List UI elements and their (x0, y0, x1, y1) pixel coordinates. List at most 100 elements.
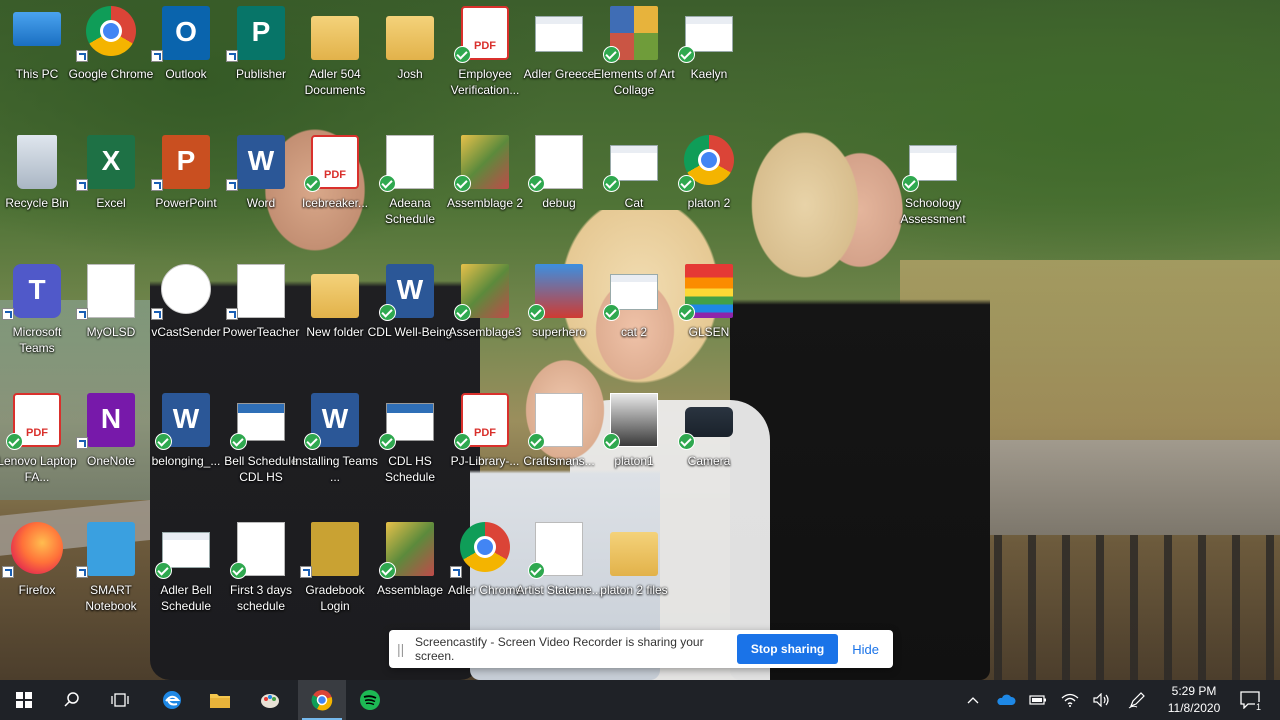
icon-label: Kaelyn (690, 67, 728, 81)
desktop-icon-gradebook-login[interactable]: Gradebook Login (298, 516, 372, 636)
sync-check-icon (304, 433, 321, 450)
shortcut-arrow-icon (226, 50, 238, 62)
desktop-icon-adler-504[interactable]: Adler 504 Documents (298, 0, 372, 120)
desktop-icon-camera[interactable]: Camera (672, 387, 746, 507)
desktop-icon-google-chrome[interactable]: Google Chrome (69, 0, 153, 120)
desktop-icon-adler-greece[interactable]: Adler Greece (522, 0, 596, 120)
desktop-icon-myolsd[interactable]: MyOLSD (74, 258, 148, 378)
volume-tray[interactable] (1090, 680, 1114, 720)
desktop-icon-artist-statement[interactable]: Artist Stateme... (516, 516, 602, 636)
desktop-icon-assemblage[interactable]: Assemblage (373, 516, 447, 636)
desktop-icon-kaelyn[interactable]: Kaelyn (672, 0, 746, 120)
desktop-icon-platon-2-files[interactable]: platon 2 files (597, 516, 671, 636)
desktop-icon-cdl-well-being[interactable]: W CDL Well-Being (368, 258, 452, 378)
system-clock[interactable]: 5:29 PM 11/8/2020 (1154, 683, 1234, 717)
desktop-icon-assemblage3[interactable]: Assemblage3 (448, 258, 522, 378)
desktop-icon-schoology-assessment[interactable]: Schoology Assessment (896, 129, 970, 249)
chrome-icon (86, 6, 136, 56)
hide-button[interactable]: Hide (846, 641, 885, 658)
desktop-icon-assemblage-2[interactable]: Assemblage 2 (447, 129, 523, 249)
desktop-icon-recycle-bin[interactable]: Recycle Bin (0, 129, 74, 249)
show-hidden-icons-button[interactable] (962, 680, 984, 720)
desktop-icon-josh[interactable]: Josh (373, 0, 447, 120)
spotify-icon (360, 690, 380, 710)
desktop-icon-pj-library[interactable]: PJ-Library-... (448, 387, 522, 507)
action-center-button[interactable]: 1 (1234, 680, 1266, 720)
icon-label: Cat (624, 196, 644, 210)
desktop-icon-adler-chrome[interactable]: Adler Chrome (448, 516, 522, 636)
onedrive-tray[interactable] (994, 680, 1018, 720)
desktop-icon-platon-2[interactable]: platon 2 (672, 129, 746, 249)
desktop-icon-cdl-hs-schedule[interactable]: CDL HS Schedule (373, 387, 447, 507)
desktop-icon-firefox[interactable]: Firefox (0, 516, 74, 636)
icon-label: OneNote (86, 454, 136, 468)
icon-label: Adler 504 Documents (304, 67, 366, 97)
desktop-icon-outlook[interactable]: O Outlook (149, 0, 223, 120)
desktop-icon-new-folder[interactable]: New folder (298, 258, 372, 378)
desktop-icon-installing-teams[interactable]: W Installing Teams ... (292, 387, 378, 507)
screenshot-thumbnail-icon (909, 145, 957, 181)
desktop-icon-icebreaker[interactable]: Icebreaker... (298, 129, 372, 249)
desktop-icon-platon1[interactable]: platon1 (597, 387, 671, 507)
desktop-icon-elements-of-art-collage[interactable]: Elements of Art Collage (593, 0, 675, 120)
icon-label: Icebreaker... (301, 196, 369, 210)
desktop-icon-powerteacher[interactable]: PowerTeacher (223, 258, 299, 378)
search-button[interactable] (48, 680, 96, 720)
vcastsender-icon (161, 264, 211, 314)
sync-check-icon (678, 304, 695, 321)
icon-label: debug (542, 196, 576, 210)
battery-tray[interactable] (1026, 680, 1050, 720)
desktop-icon-glsen[interactable]: GLSEN (672, 258, 746, 378)
taskbar-spotify[interactable] (346, 680, 394, 720)
desktop-icon-first-3-days[interactable]: First 3 days schedule (224, 516, 298, 636)
icon-label: Artist Stateme... (516, 583, 602, 597)
desktop-icon-onenote[interactable]: N OneNote (74, 387, 148, 507)
desktop-icon-superhero[interactable]: superhero (522, 258, 596, 378)
task-view-button[interactable] (96, 680, 144, 720)
desktop-icon-lenovo-laptop[interactable]: Lenovo Laptop FA... (0, 387, 77, 507)
battery-icon (1029, 695, 1046, 705)
network-tray[interactable] (1058, 680, 1082, 720)
shortcut-arrow-icon (76, 179, 88, 191)
desktop-icon-vcastsender[interactable]: vCastSender (149, 258, 223, 378)
icon-label: Adler Bell Schedule (160, 583, 212, 613)
desktop-icon-adler-bell-schedule[interactable]: Adler Bell Schedule (149, 516, 223, 636)
desktop-icon-craftsmans[interactable]: Craftsmans... (522, 387, 596, 507)
desktop-icon-debug[interactable]: debug (522, 129, 596, 249)
desktop-icon-powerpoint[interactable]: P PowerPoint (149, 129, 223, 249)
icon-label: Adeana Schedule (384, 196, 436, 226)
folder-icon (311, 274, 359, 318)
desktop-icon-this-pc[interactable]: This PC (0, 0, 74, 120)
pen-workspace-tray[interactable] (1124, 680, 1150, 720)
desktop-icon-cat-2[interactable]: cat 2 (597, 258, 671, 378)
screenshot-thumbnail-icon (535, 16, 583, 52)
drag-handle[interactable]: || (397, 641, 411, 657)
desktop-icon-publisher[interactable]: P Publisher (224, 0, 298, 120)
desktop-icon-bell-schedule-cdl-hs[interactable]: Bell Schedule CDL HS (224, 387, 298, 507)
taskbar-chrome[interactable] (298, 680, 346, 720)
shortcut-arrow-icon (300, 566, 312, 578)
desktop-icon-cat[interactable]: Cat (597, 129, 671, 249)
stop-sharing-button[interactable]: Stop sharing (736, 634, 839, 664)
desktop-icon-belonging[interactable]: W belonging_... (149, 387, 223, 507)
icon-label: Google Chrome (68, 67, 154, 81)
desktop-icon-word[interactable]: W Word (224, 129, 298, 249)
search-icon (64, 692, 79, 707)
desktop-icon-adeana-schedule[interactable]: Adeana Schedule (373, 129, 447, 249)
edge-icon (163, 691, 181, 709)
desktop-icon-microsoft-teams[interactable]: T Microsoft Teams (0, 258, 74, 378)
icon-label: Craftsmans... (523, 454, 595, 468)
icon-label: Schoology Assessment (900, 196, 966, 226)
publisher-icon: P (237, 6, 285, 60)
notification-count: 1 (1254, 702, 1262, 712)
desktop-icon-smart-notebook[interactable]: SMART Notebook (74, 516, 148, 636)
taskbar-paint-app[interactable] (246, 680, 294, 720)
icon-label: New folder (306, 325, 364, 339)
folder-icon (210, 694, 230, 708)
taskbar-edge[interactable] (148, 680, 196, 720)
sync-check-icon (454, 175, 471, 192)
start-button[interactable] (0, 680, 48, 720)
desktop-icon-excel[interactable]: X Excel (74, 129, 148, 249)
desktop-icon-employee-verification[interactable]: Employee Verification... (448, 0, 522, 120)
taskbar-file-explorer[interactable] (196, 680, 244, 720)
